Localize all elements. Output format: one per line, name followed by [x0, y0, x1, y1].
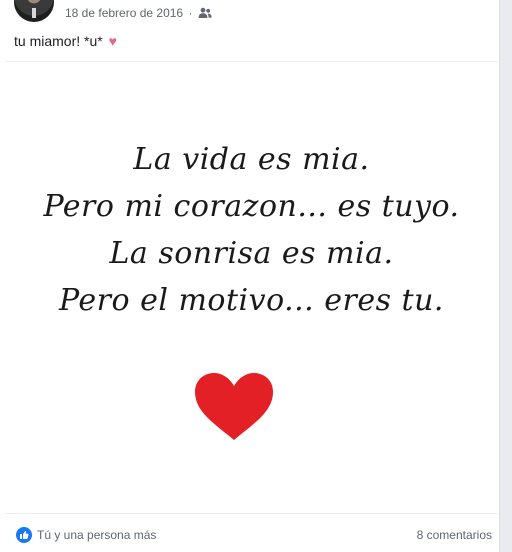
friends-icon[interactable]	[198, 7, 212, 19]
post-meta: 18 de febrero de 2016 ·	[65, 6, 212, 20]
quote-line: La sonrisa es mia.	[109, 236, 394, 271]
post-footer: Tú y una persona más 8 comentarios	[0, 522, 500, 550]
post-header: 18 de febrero de 2016 ·	[0, 0, 500, 30]
post-photo[interactable]: La vida es mia. Pero mi corazon... es tu…	[5, 61, 498, 514]
heart-emoji-icon: ♥	[108, 33, 117, 49]
quote-line: Pero el motivo... eres tu.	[59, 283, 444, 318]
quote-text: La vida es mia. Pero mi corazon... es tu…	[5, 136, 498, 324]
quote-line: La vida es mia.	[133, 142, 370, 177]
post-date[interactable]: 18 de febrero de 2016	[65, 6, 183, 20]
comments-count[interactable]: 8 comentarios	[417, 528, 492, 542]
post-caption: tu miamor! *u* ♥	[14, 33, 117, 49]
red-heart-icon	[195, 373, 273, 440]
avatar[interactable]	[14, 0, 54, 22]
caption-text: tu miamor! *u*	[14, 33, 103, 49]
meta-separator: ·	[188, 6, 193, 20]
post-card: 18 de febrero de 2016 · tu miamor! *u* ♥…	[0, 0, 500, 552]
like-reaction-icon[interactable]	[16, 527, 32, 543]
quote-line: Pero mi corazon... es tuyo.	[43, 189, 460, 224]
reactions-summary[interactable]: Tú y una persona más	[37, 528, 156, 542]
